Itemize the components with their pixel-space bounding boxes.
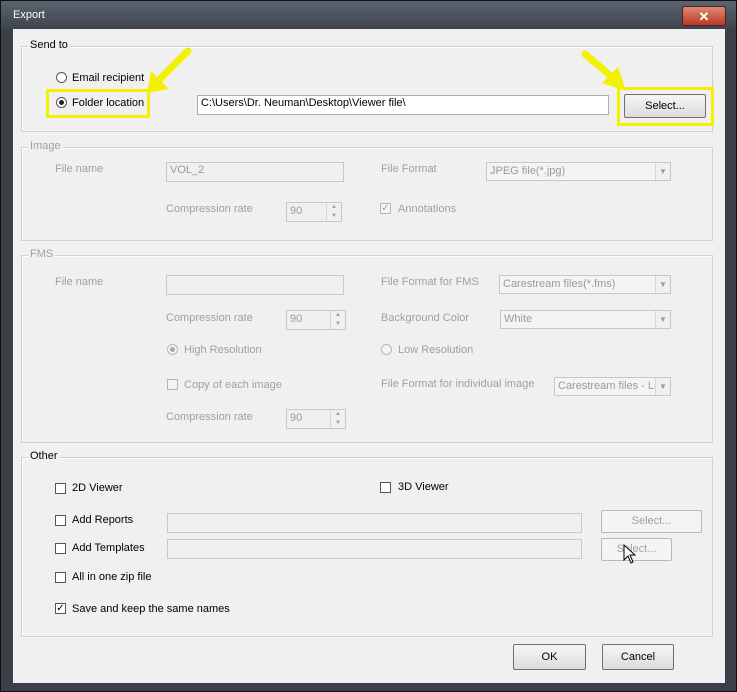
background-color-label: Background Color: [381, 312, 470, 324]
annotations-label: Annotations: [398, 203, 457, 215]
fms-compression-spinner[interactable]: 90 ▲ ▼: [286, 310, 346, 330]
individual-format-select[interactable]: Carestream files - Lar ▼: [554, 377, 671, 396]
background-color-select[interactable]: White ▼: [500, 310, 671, 329]
email-recipient-radio[interactable]: [56, 72, 67, 83]
fms-group-label: FMS: [28, 248, 56, 260]
arrow-pointer-icon: [147, 47, 192, 93]
folder-location-label: Folder location: [72, 97, 145, 109]
send-to-label: Send to: [28, 39, 70, 51]
arrow-pointer-icon: [581, 50, 626, 91]
copy-each-image-checkbox[interactable]: [167, 379, 178, 390]
viewer-3d-checkbox[interactable]: [380, 482, 391, 493]
fms-file-name-label: File name: [55, 276, 104, 288]
fms-file-name-input[interactable]: [166, 275, 344, 295]
annotations-checkbox[interactable]: ✓: [380, 203, 391, 214]
add-templates-checkbox[interactable]: [55, 543, 66, 554]
fms-file-format-select[interactable]: Carestream files(*.fms) ▼: [499, 275, 671, 294]
low-resolution-label: Low Resolution: [398, 344, 474, 356]
spinner-buttons[interactable]: ▲ ▼: [326, 203, 341, 221]
select-reports-button[interactable]: Select...: [601, 510, 702, 533]
dialog-body: Send to Email recipient Folder location …: [13, 29, 725, 683]
image-compression-value: 90: [290, 205, 303, 217]
folder-location-radio[interactable]: [56, 97, 67, 108]
viewer-3d-label: 3D Viewer: [398, 481, 449, 493]
background-color-value: White: [504, 313, 533, 325]
low-resolution-radio[interactable]: [381, 344, 392, 355]
reports-path-input[interactable]: [167, 513, 582, 533]
image-group-label: Image: [28, 140, 63, 152]
all-in-one-zip-checkbox[interactable]: [55, 572, 66, 583]
image-file-name-input[interactable]: VOL_2: [166, 162, 344, 182]
fms-compression2-label: Compression rate: [166, 411, 253, 423]
copy-each-image-label: Copy of each image: [184, 379, 282, 391]
email-recipient-label: Email recipient: [72, 72, 145, 84]
ok-button[interactable]: OK: [513, 644, 586, 670]
image-file-format-label: File Format: [381, 163, 437, 175]
spinner-buttons[interactable]: ▲ ▼: [330, 311, 345, 329]
fms-compression-label: Compression rate: [166, 312, 253, 324]
fms-file-format-label: File Format for FMS: [381, 276, 479, 288]
export-window: Export ✕ Send to Email recipient Folder …: [0, 0, 737, 692]
individual-format-label: File Format for individual image: [381, 378, 535, 390]
close-icon: ✕: [698, 9, 710, 24]
image-compression-label: Compression rate: [166, 203, 253, 215]
select-folder-button[interactable]: Select...: [624, 94, 706, 118]
individual-format-value: Carestream files - Lar: [558, 380, 664, 392]
save-same-names-checkbox[interactable]: ✓: [55, 603, 66, 614]
title-bar[interactable]: Export ✕: [1, 1, 736, 29]
fms-file-format-value: Carestream files(*.fms): [503, 278, 616, 290]
add-templates-label: Add Templates: [72, 542, 145, 554]
image-file-format-value: JPEG file(*.jpg): [490, 165, 566, 177]
image-file-name-label: File name: [55, 163, 104, 175]
templates-path-input[interactable]: [167, 539, 582, 559]
add-reports-label: Add Reports: [72, 514, 134, 526]
folder-path-input[interactable]: C:\Users\Dr. Neuman\Desktop\Viewer file\: [197, 95, 609, 115]
fms-compression2-value: 90: [290, 412, 303, 424]
high-resolution-label: High Resolution: [184, 344, 262, 356]
spinner-buttons[interactable]: ▲ ▼: [330, 410, 345, 428]
image-compression-spinner[interactable]: 90 ▲ ▼: [286, 202, 342, 222]
other-group-label: Other: [28, 450, 60, 462]
image-file-format-select[interactable]: JPEG file(*.jpg) ▼: [486, 162, 671, 181]
viewer-2d-label: 2D Viewer: [72, 482, 123, 494]
fms-compression2-spinner[interactable]: 90 ▲ ▼: [286, 409, 346, 429]
cancel-button[interactable]: Cancel: [602, 644, 674, 670]
mouse-cursor-icon: [623, 544, 637, 564]
chevron-down-icon: ▼: [655, 276, 670, 293]
window-title: Export: [13, 9, 45, 21]
fms-compression-value: 90: [290, 313, 303, 325]
chevron-down-icon: ▼: [655, 378, 670, 395]
chevron-down-icon: ▼: [655, 311, 670, 328]
viewer-2d-checkbox[interactable]: [55, 483, 66, 494]
save-same-names-label: Save and keep the same names: [72, 603, 230, 615]
high-resolution-radio[interactable]: [167, 344, 178, 355]
add-reports-checkbox[interactable]: [55, 515, 66, 526]
all-in-one-zip-label: All in one zip file: [72, 571, 152, 583]
chevron-down-icon: ▼: [655, 163, 670, 180]
close-button[interactable]: ✕: [682, 6, 726, 26]
